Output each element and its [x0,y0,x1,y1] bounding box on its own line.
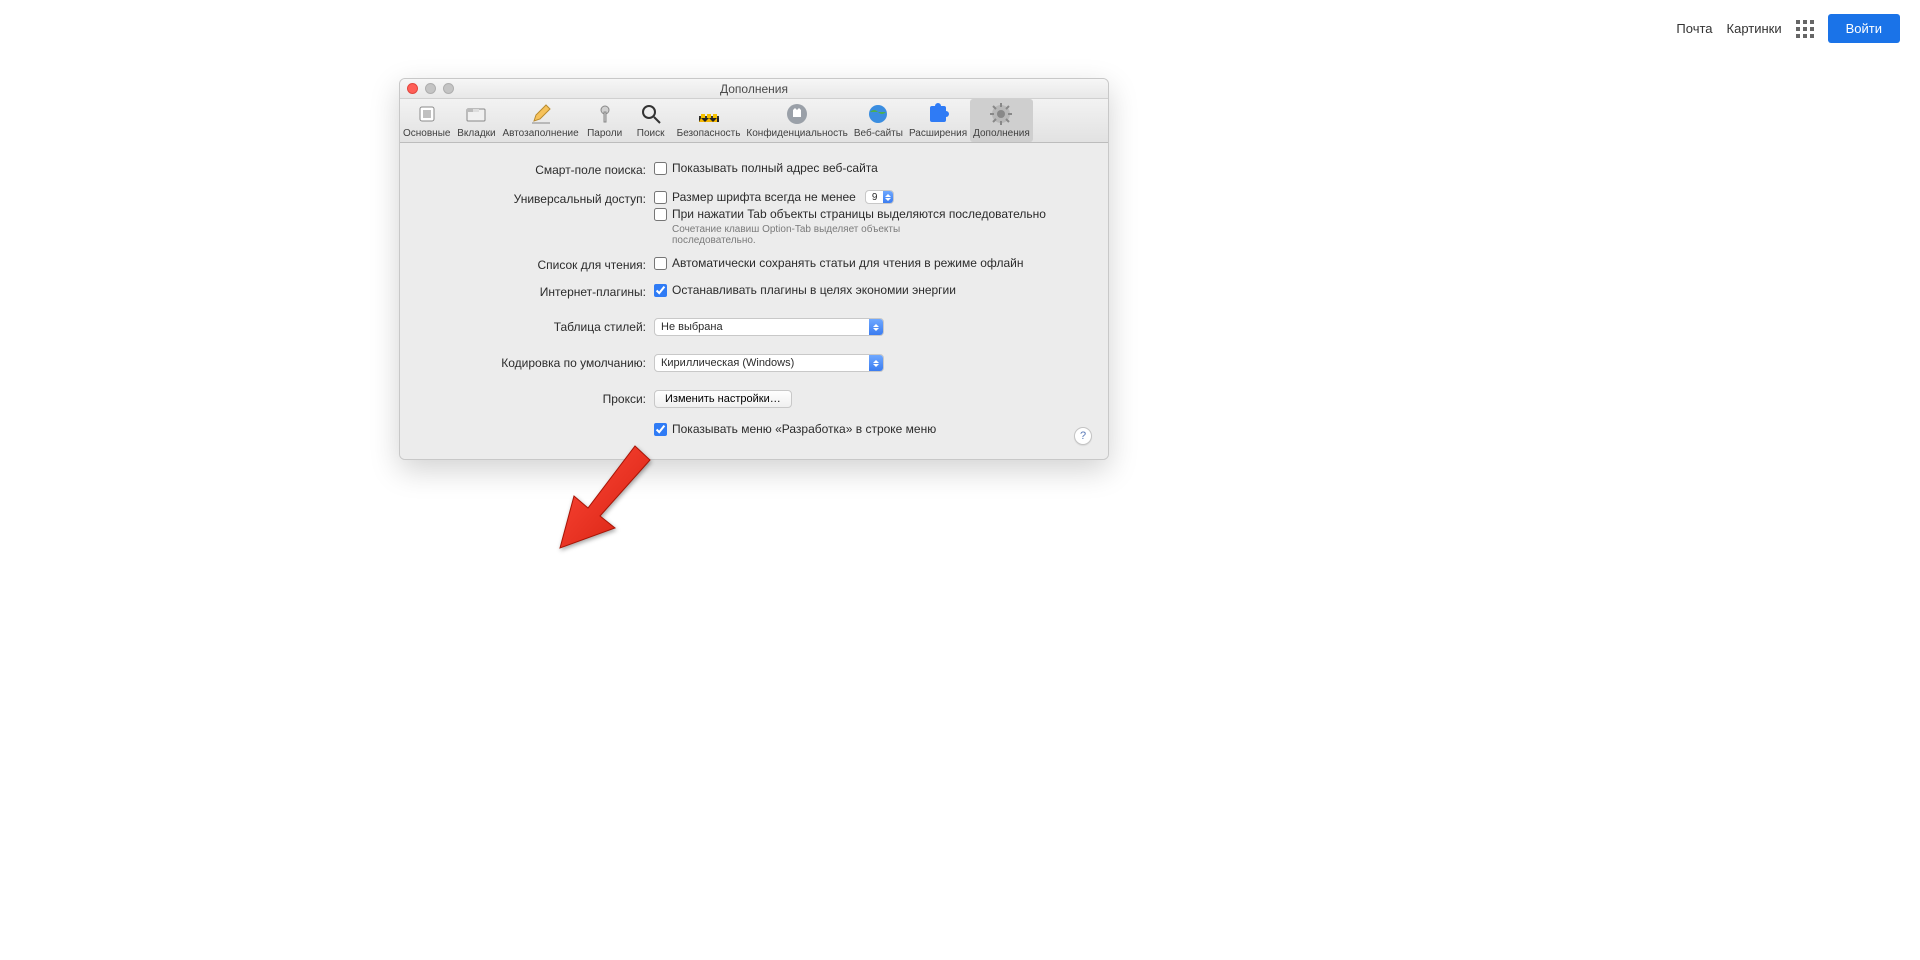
checkbox-show-develop[interactable]: Показывать меню «Разработка» в строке ме… [654,422,1086,436]
pencil-icon [529,102,553,126]
help-text-tab: Сочетание клавиш Option-Tab выделяет объ… [672,224,932,246]
preferences-toolbar: Основные Вкладки Автозаполнение Пароли П… [400,99,1108,143]
encoding-select[interactable]: Кириллическая (Windows) [654,354,884,372]
window-titlebar: Дополнения [400,79,1108,99]
tab-search[interactable]: Поиск [628,99,674,142]
tab-label: Расширения [909,128,967,139]
tab-label: Конфиденциальность [746,128,847,139]
gear-icon [989,102,1013,126]
checkbox-show-full-url[interactable]: Показывать полный адрес веб-сайта [654,161,1086,175]
checkbox-reading-offline[interactable]: Автоматически сохранять статьи для чтени… [654,256,1086,270]
hand-icon [785,102,809,126]
tab-general[interactable]: Основные [400,99,453,142]
checkbox-input[interactable] [654,284,667,297]
checkbox-label: Размер шрифта всегда не менее [672,190,856,204]
tab-label: Безопасность [677,128,741,139]
proxies-button[interactable]: Изменить настройки… [654,390,792,408]
label-reading-list: Список для чтения: [422,256,654,272]
checkbox-input[interactable] [654,191,667,204]
mail-link[interactable]: Почта [1676,21,1712,36]
checkbox-label: При нажатии Tab объекты страницы выделяю… [672,207,1046,221]
help-button[interactable]: ? [1074,427,1092,445]
login-button[interactable]: Войти [1828,14,1900,43]
row-proxies: Прокси: Изменить настройки… [422,390,1086,408]
switch-icon [415,102,439,126]
checkbox-label: Показывать полный адрес веб-сайта [672,161,878,175]
row-encoding: Кодировка по умолчанию: Кириллическая (W… [422,354,1086,372]
label-plugins: Интернет-плагины: [422,283,654,299]
select-value: Кириллическая (Windows) [655,357,869,369]
checkbox-input[interactable] [654,162,667,175]
tab-autofill[interactable]: Автозаполнение [499,99,581,142]
tab-security[interactable]: Безопасность [674,99,744,142]
apps-grid-icon[interactable] [1796,20,1814,38]
tab-label: Основные [403,128,450,139]
label-encoding: Кодировка по умолчанию: [422,354,654,370]
row-stylesheet: Таблица стилей: Не выбрана [422,318,1086,336]
chevron-updown-icon [869,319,883,335]
select-value: Не выбрана [655,321,869,333]
search-icon [639,102,663,126]
checkbox-tab-highlight[interactable]: При нажатии Tab объекты страницы выделяю… [654,207,1086,221]
window-title: Дополнения [400,79,1108,99]
checkbox-input[interactable] [654,208,667,221]
label-empty [422,422,654,424]
tab-label: Веб-сайты [854,128,903,139]
label-stylesheet: Таблица стилей: [422,318,654,334]
row-plugins: Интернет-плагины: Останавливать плагины … [422,283,1086,300]
font-size-select[interactable]: 9 [865,190,895,204]
chevron-updown-icon [869,355,883,371]
select-value: 9 [866,192,884,203]
lock-icon [697,102,721,126]
label-smart-search: Смарт-поле поиска: [422,161,654,177]
preferences-content: Смарт-поле поиска: Показывать полный адр… [400,143,1108,459]
key-icon [593,102,617,126]
tab-tabs[interactable]: Вкладки [453,99,499,142]
checkbox-label: Показывать меню «Разработка» в строке ме… [672,422,936,436]
checkbox-input[interactable] [654,423,667,436]
tab-passwords[interactable]: Пароли [582,99,628,142]
tab-label: Вкладки [457,128,495,139]
tab-websites[interactable]: Веб-сайты [851,99,906,142]
tab-label: Дополнения [973,128,1030,139]
images-link[interactable]: Картинки [1727,21,1782,36]
tab-label: Поиск [637,128,665,139]
chevron-updown-icon [883,191,893,203]
checkbox-font-min[interactable]: Размер шрифта всегда не менее 9 [654,190,1086,204]
tab-privacy[interactable]: Конфиденциальность [743,99,850,142]
checkbox-input[interactable] [654,257,667,270]
tabs-icon [464,102,488,126]
row-reading-list: Список для чтения: Автоматически сохраня… [422,256,1086,273]
puzzle-icon [926,102,950,126]
stylesheet-select[interactable]: Не выбрана [654,318,884,336]
row-accessibility: Универсальный доступ: Размер шрифта всег… [422,190,1086,246]
checkbox-label: Останавливать плагины в целях экономии э… [672,283,956,297]
tab-extensions[interactable]: Расширения [906,99,970,142]
tab-label: Автозаполнение [502,128,578,139]
row-smart-search: Смарт-поле поиска: Показывать полный адр… [422,161,1086,178]
checkbox-stop-plugins[interactable]: Останавливать плагины в целях экономии э… [654,283,1086,297]
preferences-window: Дополнения Основные Вкладки Автозаполнен… [399,78,1109,460]
label-accessibility: Универсальный доступ: [422,190,654,206]
globe-icon [866,102,890,126]
tab-label: Пароли [587,128,622,139]
checkbox-label: Автоматически сохранять статьи для чтени… [672,256,1024,270]
tab-advanced[interactable]: Дополнения [970,99,1033,142]
row-develop-menu: Показывать меню «Разработка» в строке ме… [422,422,1086,439]
label-proxies: Прокси: [422,390,654,406]
browser-top-nav: Почта Картинки Войти [1656,0,1920,57]
